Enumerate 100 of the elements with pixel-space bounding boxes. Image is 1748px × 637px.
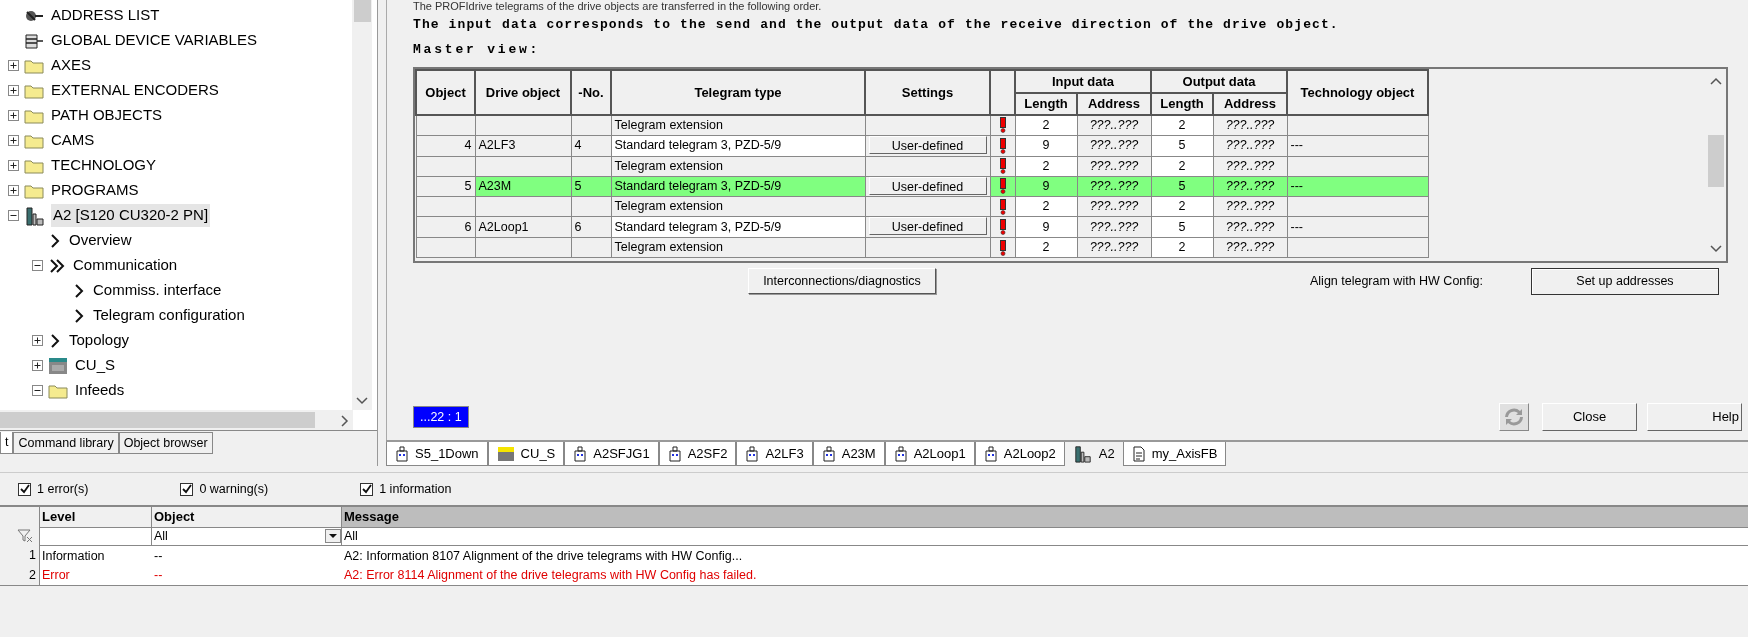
editor-tab[interactable]: my_AxisFB xyxy=(1122,442,1227,466)
tree-item[interactable]: Overview xyxy=(67,229,134,252)
folder-icon xyxy=(24,132,44,149)
collapse-icon[interactable] xyxy=(32,260,43,271)
error-icon xyxy=(999,158,1006,174)
column-header: Output data xyxy=(1151,70,1287,93)
filter-checkbox[interactable] xyxy=(18,482,31,496)
table-cell-text: Information xyxy=(41,547,106,565)
scroll-down-icon[interactable] xyxy=(1710,245,1722,253)
expand-icon[interactable] xyxy=(8,135,19,146)
refresh-button[interactable] xyxy=(1499,403,1529,431)
tree-item[interactable]: A2 [S120 CU320-2 PN] xyxy=(51,204,211,227)
tree-item[interactable]: CU_S xyxy=(73,354,117,377)
expand-icon[interactable] xyxy=(8,85,19,96)
row-number: 2 xyxy=(0,566,40,585)
tree-item[interactable]: PROGRAMS xyxy=(49,179,141,202)
help-button[interactable]: Help xyxy=(1647,403,1742,431)
close-button[interactable]: Close xyxy=(1542,403,1637,431)
tree-item[interactable]: ADDRESS LIST xyxy=(49,4,162,27)
filter-label: 1 error(s) xyxy=(37,480,89,498)
panel-tab[interactable]: Command library xyxy=(13,432,119,454)
filter-checkbox[interactable] xyxy=(180,482,194,496)
editor-tab[interactable]: A2Loop2 xyxy=(974,442,1065,466)
error-icon xyxy=(999,198,1006,215)
editor-tab[interactable]: A23M xyxy=(812,442,885,466)
chevron-icon xyxy=(48,332,62,349)
tree-item[interactable]: Communication xyxy=(71,254,180,277)
document-icon xyxy=(1131,445,1146,462)
editor-tab[interactable]: A2LF3 xyxy=(736,442,813,466)
tree-item[interactable]: Telegram configuration xyxy=(91,304,247,327)
table-cell: 6 xyxy=(416,216,475,238)
collapse-icon[interactable] xyxy=(32,385,43,396)
tree-item[interactable]: Commiss. interface xyxy=(91,279,224,302)
scrollbar[interactable] xyxy=(0,410,353,430)
setup-addresses-button[interactable]: Set up addresses xyxy=(1531,267,1719,295)
scroll-right-icon[interactable] xyxy=(341,415,349,427)
tree-item[interactable]: TECHNOLOGY xyxy=(49,154,158,177)
scroll-up-icon[interactable] xyxy=(1710,77,1722,85)
editor-tab[interactable]: S5_1Down xyxy=(386,442,488,466)
expand-icon[interactable] xyxy=(8,110,19,121)
error-icon xyxy=(999,117,1006,134)
expand-icon[interactable] xyxy=(8,160,19,171)
tree-item[interactable]: GLOBAL DEVICE VARIABLES xyxy=(49,29,259,52)
row-number: 1 xyxy=(0,546,40,566)
column-header: Technology object xyxy=(1287,70,1428,115)
drive-unit-icon xyxy=(24,205,46,226)
column-header: Object xyxy=(152,507,342,528)
control-unit-icon xyxy=(48,356,68,375)
tree-item[interactable]: CAMS xyxy=(49,129,97,152)
settings-button[interactable]: User-defined xyxy=(868,217,987,236)
tree-item[interactable]: PATH OBJECTS xyxy=(49,104,165,127)
folder-icon xyxy=(24,107,44,124)
table-cell xyxy=(416,156,475,176)
error-icon xyxy=(999,137,1006,154)
editor-tab[interactable]: A2SFJG1 xyxy=(564,442,659,466)
tree-item[interactable]: Topology xyxy=(67,329,132,352)
table-cell-text: A2: Information 8107 Alignment of the drive telegrams with HW Config... xyxy=(343,547,744,565)
message-filter-field[interactable]: All xyxy=(342,527,1748,546)
filter-checkbox[interactable] xyxy=(360,482,374,496)
expand-icon[interactable] xyxy=(8,60,19,71)
drive-icon xyxy=(821,445,836,462)
filter-label: 0 warning(s) xyxy=(199,480,269,498)
table-cell: 4 xyxy=(416,135,475,156)
column-header: Input data xyxy=(1015,70,1151,93)
panel-tab[interactable]: Object browser xyxy=(118,432,213,454)
tree-item[interactable]: Infeeds xyxy=(73,379,127,402)
table-cell[interactable]: Standard telegram 3, PZD-5/9 xyxy=(611,216,865,238)
scrollbar[interactable] xyxy=(352,0,372,410)
scroll-thumb[interactable] xyxy=(0,412,315,428)
folder-icon xyxy=(24,57,44,74)
table-cell[interactable]: Standard telegram 3, PZD-5/9 xyxy=(611,176,865,197)
scroll-thumb[interactable] xyxy=(1708,135,1724,187)
diagnostics-button[interactable]: Interconnections/diagnostics xyxy=(748,268,936,294)
column-header: Message xyxy=(342,507,1748,528)
folder-icon xyxy=(48,382,68,399)
object-filter-dropdown[interactable]: All xyxy=(152,527,342,546)
drive-icon xyxy=(745,445,760,462)
table-cell[interactable]: Standard telegram 3, PZD-5/9 xyxy=(611,135,865,156)
drive-icon xyxy=(573,445,588,462)
table-cell xyxy=(416,237,475,258)
scroll-thumb[interactable] xyxy=(353,0,371,22)
expand-icon[interactable] xyxy=(8,185,19,196)
editor-tab[interactable]: A2SF2 xyxy=(658,442,737,466)
column-header: Telegram type xyxy=(611,70,865,115)
collapse-icon[interactable] xyxy=(8,210,19,221)
column-header: -No. xyxy=(571,70,611,115)
column-header: Level xyxy=(40,507,152,528)
tree-item[interactable]: AXES xyxy=(49,54,94,77)
expand-icon[interactable] xyxy=(32,360,43,371)
chevron-icon xyxy=(72,307,86,324)
column-header: Drive object xyxy=(475,70,571,115)
scroll-down-icon[interactable] xyxy=(356,397,368,405)
panel-tab[interactable]: t xyxy=(0,432,14,454)
editor-tab[interactable]: CU_S xyxy=(487,442,565,466)
tree-item[interactable]: EXTERNAL ENCODERS xyxy=(49,79,221,102)
align-label: Align telegram with HW Config: xyxy=(1310,272,1483,290)
expand-icon[interactable] xyxy=(32,335,43,346)
table-cell-text: -- xyxy=(153,547,164,565)
editor-tab[interactable]: A2Loop1 xyxy=(884,442,975,466)
filter-clear-icon[interactable] xyxy=(17,529,33,544)
